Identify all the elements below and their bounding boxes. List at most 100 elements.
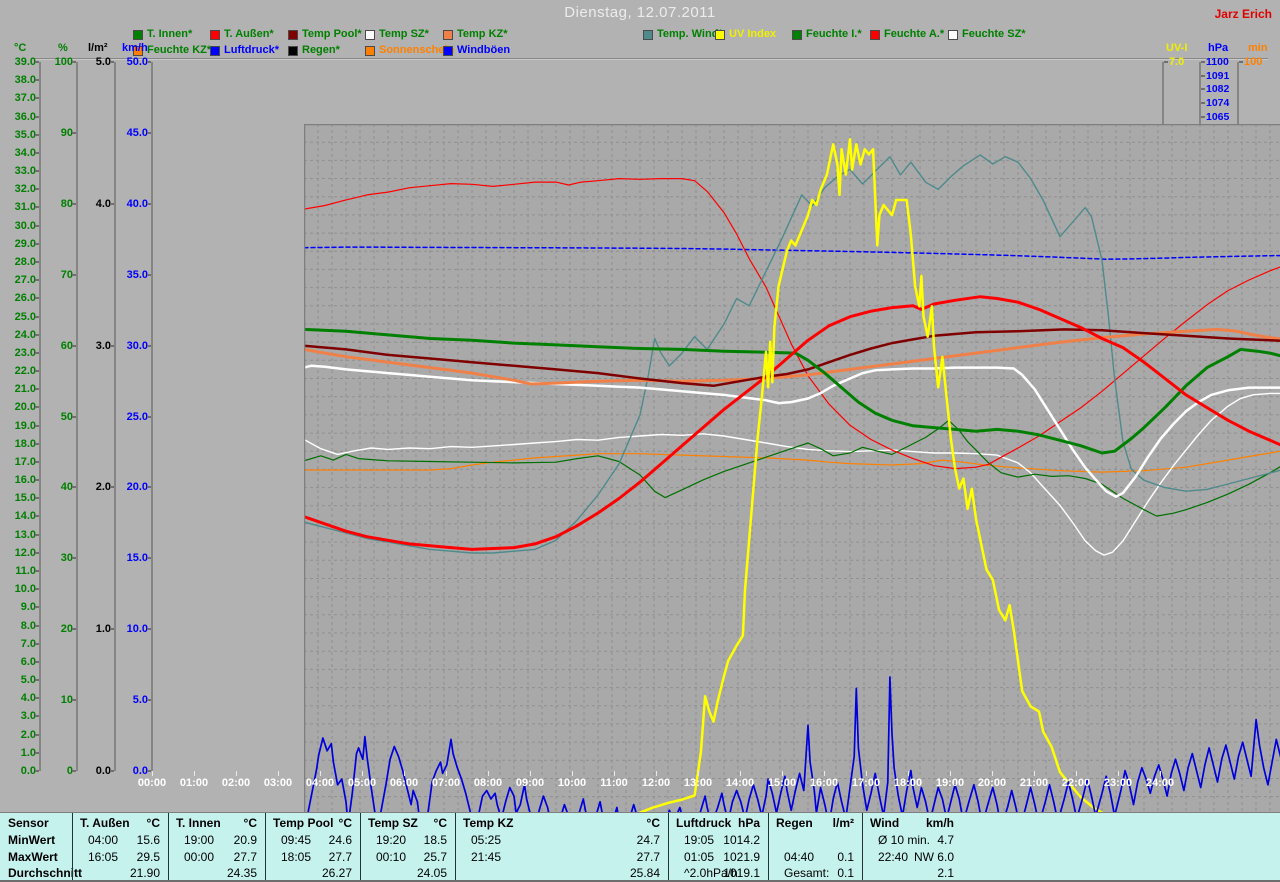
sensor-summary-table: SensorMinWertMaxWertDurchschnittT. Außen…	[0, 812, 1280, 882]
axis-tick-mark	[35, 97, 39, 99]
axis-tick-label: 2.0	[0, 730, 36, 740]
table-col-header: Wind	[870, 816, 899, 830]
table-col-header: T. Außen	[80, 816, 130, 830]
time-label-1200: 12:00	[642, 777, 670, 789]
table-cell-avg-value: 21.90	[130, 866, 160, 880]
axis-tick-label: 10.0	[0, 624, 148, 634]
table-cell-max-time: 18:05	[281, 850, 311, 864]
time-label-0100: 01:00	[180, 777, 208, 789]
table-cell-min-value: 24.6	[329, 833, 352, 847]
time-label-0200: 02:00	[222, 777, 250, 789]
table-column-separator	[768, 813, 769, 880]
axis-tick-mark	[35, 643, 39, 645]
hour-tick-mark	[194, 771, 195, 776]
axis-tick-label: 17.0	[0, 457, 36, 467]
legend-item-temp-kz-: Temp KZ*	[443, 29, 508, 40]
table-cell-avg-value: 26.27	[322, 866, 352, 880]
axis-tick-mark	[35, 188, 39, 190]
table-cell-max-value: NW 6.0	[914, 850, 954, 864]
legend-label: Temp KZ*	[457, 29, 508, 40]
table-cell-max-value: 1021.9	[723, 850, 760, 864]
axis-unit-UV-I: UV-I	[1166, 42, 1187, 54]
hour-tick-mark	[1160, 771, 1161, 776]
axis-unit-°C: °C	[14, 42, 26, 54]
time-label-0500: 05:00	[348, 777, 376, 789]
hour-tick-mark	[614, 771, 615, 776]
hour-tick-mark	[740, 771, 741, 776]
legend-item-luftdruck-: Luftdruck*	[210, 45, 279, 56]
axis-tick-mark	[35, 388, 39, 390]
time-label-2300: 23:00	[1104, 777, 1132, 789]
table-cell-max-value: 27.7	[329, 850, 352, 864]
axis-tick-mark	[147, 61, 151, 63]
axis-tick-mark	[35, 515, 39, 517]
axis-tick-mark	[35, 116, 39, 118]
axis-tick-label: 33.0	[0, 166, 36, 176]
axis-tick-mark	[147, 203, 151, 205]
legend-item-t-innen-: T. Innen*	[133, 29, 192, 40]
axis-tick-mark	[1201, 61, 1205, 63]
axis-tick-label: 7.0	[0, 639, 36, 649]
time-label-1600: 16:00	[810, 777, 838, 789]
axis-tick-mark	[35, 316, 39, 318]
time-label-0000: 00:00	[138, 777, 166, 789]
hour-tick-mark	[446, 771, 447, 776]
time-label-0800: 08:00	[474, 777, 502, 789]
axis-tick-mark	[35, 352, 39, 354]
axis-tick-label: 32.0	[0, 184, 36, 194]
axis-unit-km/h: km/h	[122, 42, 148, 54]
table-col-header: T. Innen	[176, 816, 221, 830]
hour-tick-mark	[782, 771, 783, 776]
legend-swatch-icon	[643, 30, 653, 40]
table-cell-max-value: 27.7	[637, 850, 660, 864]
legend-label: T. Innen*	[147, 29, 192, 40]
axis-tick-label: 28.0	[0, 257, 36, 267]
legend-label: Temp. Wind*	[657, 29, 723, 40]
axis-tick-label: 1074	[1206, 98, 1229, 108]
table-col-header: Regen	[776, 816, 813, 830]
axis-tick-label: 9.0	[0, 602, 36, 612]
hour-tick-mark	[1034, 771, 1035, 776]
table-cell-min-value: 4.7	[937, 833, 954, 847]
legend-swatch-icon	[288, 46, 298, 56]
table-cell-max-time: 00:10	[376, 850, 406, 864]
hour-tick-mark	[320, 771, 321, 776]
axis-tick-label: 24.0	[0, 330, 36, 340]
legend-swatch-icon	[443, 30, 453, 40]
axis-tick-label: 22.0	[0, 366, 36, 376]
axis-tick-label: 6.0	[0, 657, 36, 667]
time-label-1300: 13:00	[684, 777, 712, 789]
table-column-separator	[862, 813, 863, 880]
hour-tick-mark	[362, 771, 363, 776]
table-col-unit: °C	[339, 816, 352, 830]
table-column-separator	[72, 813, 73, 880]
axis-tick-mark	[35, 752, 39, 754]
table-cell-min-time: 19:20	[376, 833, 406, 847]
axis-tick-label: 35.0	[0, 270, 148, 280]
legend-label: Windböen	[457, 45, 510, 56]
legend-label: Feuchte SZ*	[962, 29, 1026, 40]
table-cell-min-time: 05:25	[471, 833, 501, 847]
table-cell-max-time: 16:05	[88, 850, 118, 864]
table-cell-min-time: 19:00	[184, 833, 214, 847]
axis-tick-mark	[1164, 61, 1168, 63]
axis-tick-mark	[35, 243, 39, 245]
axis-tick-mark	[35, 406, 39, 408]
time-label-0600: 06:00	[390, 777, 418, 789]
time-label-0400: 04:00	[306, 777, 334, 789]
axis-tick-label: 7.0	[1169, 57, 1184, 67]
header-divider	[34, 58, 1268, 60]
legend-item-feuchte-a-: Feuchte A.*	[870, 29, 944, 40]
time-label-2200: 22:00	[1062, 777, 1090, 789]
hour-tick-mark	[824, 771, 825, 776]
axis-tick-mark	[147, 416, 151, 418]
axis-tick-mark	[35, 261, 39, 263]
axis-tick-mark	[35, 443, 39, 445]
axis-unit-min: min	[1248, 42, 1268, 54]
axis-tick-mark	[1201, 75, 1205, 77]
legend-item-sonnenschein: Sonnenschein	[365, 45, 454, 56]
table-col-unit: °C	[434, 816, 447, 830]
legend-item-temp-sz-: Temp SZ*	[365, 29, 429, 40]
table-cell-min-value: 18.5	[424, 833, 447, 847]
table-cell-max-time: 01:05	[684, 850, 714, 864]
